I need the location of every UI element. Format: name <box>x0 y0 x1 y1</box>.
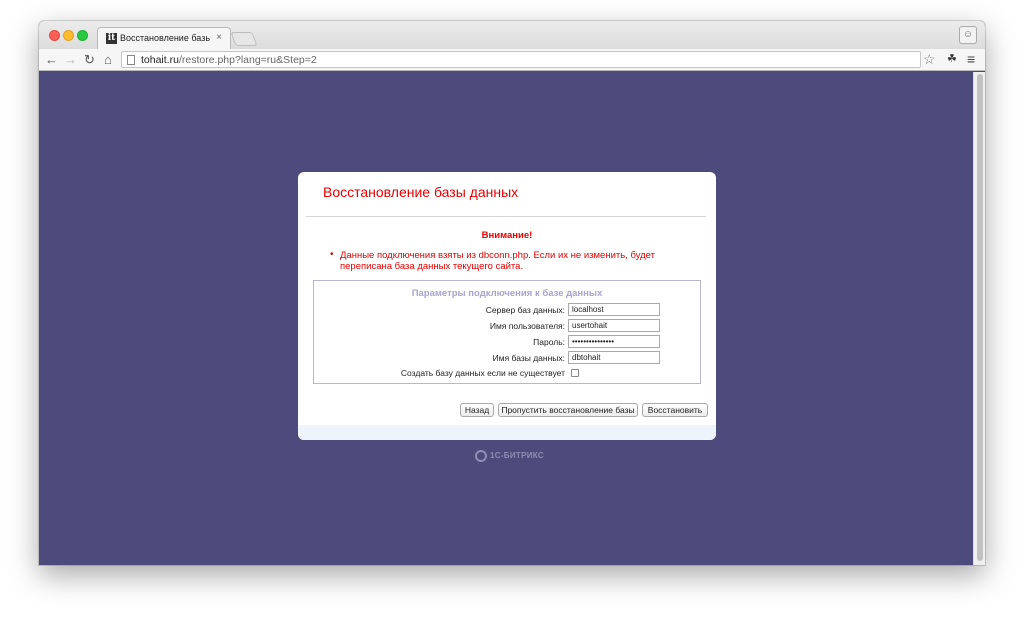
password-label: Пароль: <box>533 337 565 347</box>
url-path: /restore.php?lang=ru&Step=2 <box>178 54 317 66</box>
star-icon[interactable]: ☆ <box>923 50 936 68</box>
evernote-icon[interactable]: ☘ <box>947 51 957 68</box>
create-db-label: Создать базу данных если не существует <box>400 368 565 378</box>
scrollbar-thumb[interactable] <box>977 74 983 561</box>
minimize-window-button[interactable] <box>63 30 74 41</box>
warning-heading: Внимание! <box>481 230 533 241</box>
restore-dialog: Восстановление базы данных Внимание! • Д… <box>298 172 716 440</box>
dialog-title: Восстановление базы данных <box>323 184 519 200</box>
maximize-window-button[interactable] <box>77 30 88 41</box>
bitrix-logo-icon <box>475 450 487 462</box>
title-divider <box>306 216 706 217</box>
server-label: Сервер баз данных: <box>485 305 565 315</box>
restore-button[interactable]: Восстановить <box>642 403 708 417</box>
title-bar: it Восстановление базы да × ☺ <box>39 21 985 49</box>
browser-window: it Восстановление базы да × ☺ ← → ↻ ⌂ to… <box>39 21 985 565</box>
url-host: tohait.ru <box>141 54 179 66</box>
back-button[interactable]: Назад <box>460 403 494 417</box>
forward-arrow-icon[interactable]: → <box>64 51 77 68</box>
user-input[interactable]: usertohait <box>568 319 660 332</box>
user-label: Имя пользователя: <box>489 321 565 331</box>
reload-icon[interactable]: ↻ <box>84 51 95 68</box>
tab-title: Восстановление базы да <box>120 33 210 43</box>
warning-text: Данные подключения взяты из dbconn.php. … <box>340 250 655 272</box>
home-icon[interactable]: ⌂ <box>104 51 112 68</box>
favicon-icon: it <box>106 33 117 44</box>
browser-toolbar: ← → ↻ ⌂ tohait.ru/restore.php?lang=ru&St… <box>39 49 985 71</box>
address-bar[interactable]: tohait.ru/restore.php?lang=ru&Step=2 <box>121 51 921 68</box>
password-input[interactable]: ••••••••••••••• <box>568 335 660 348</box>
new-tab-button[interactable] <box>230 32 258 46</box>
params-title: Параметры подключения к базе данных <box>411 288 603 299</box>
dbname-input[interactable]: dbtohait <box>568 351 660 364</box>
page-icon <box>127 55 135 65</box>
connection-params-box: Параметры подключения к базе данных Серв… <box>313 280 701 384</box>
dialog-footer <box>298 425 716 440</box>
tab-close-icon[interactable]: × <box>216 32 222 44</box>
vertical-scrollbar[interactable] <box>973 72 985 565</box>
page-viewport: Восстановление базы данных Внимание! • Д… <box>39 72 985 565</box>
skip-restore-button[interactable]: Пропустить восстановление базы <box>498 403 638 417</box>
create-db-checkbox[interactable] <box>571 369 579 377</box>
close-window-button[interactable] <box>49 30 60 41</box>
server-input[interactable]: localhost <box>568 303 660 316</box>
bullet-icon: • <box>330 249 334 260</box>
browser-tab[interactable]: it Восстановление базы да × <box>97 27 231 49</box>
url-text: tohait.ru/restore.php?lang=ru&Step=2 <box>141 54 317 66</box>
dbname-label: Имя базы данных: <box>492 353 565 363</box>
hamburger-menu-icon[interactable]: ≡ <box>967 50 975 68</box>
back-arrow-icon[interactable]: ← <box>45 51 58 68</box>
brand-text: 1С-БИТРИКС <box>490 451 544 460</box>
profile-icon[interactable]: ☺ <box>959 26 977 44</box>
